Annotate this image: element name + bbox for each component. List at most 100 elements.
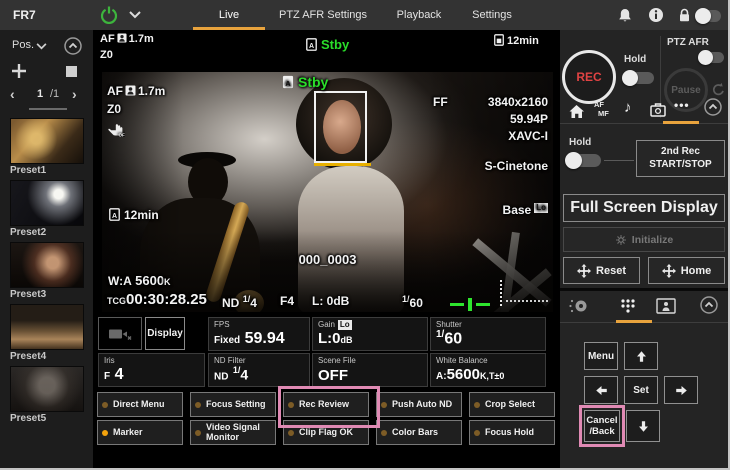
gain-lo-badge: Lo — [338, 320, 352, 330]
rec-hold-toggle[interactable] — [624, 72, 654, 84]
osd-audio-level: L: 0dB — [312, 294, 349, 308]
notification-bell-icon[interactable] — [618, 8, 632, 23]
pad-tab-buttons[interactable] — [620, 298, 636, 314]
display-button[interactable]: Display — [145, 317, 185, 350]
tab-ptz-afr-settings[interactable]: PTZ AFR Settings — [273, 0, 373, 30]
face-detect-icon — [117, 33, 127, 43]
video-signal-monitor-button[interactable]: Video Signal Monitor — [190, 420, 276, 445]
function-tab-audio[interactable]: ♪ — [624, 99, 632, 116]
marker-button[interactable]: Marker — [97, 420, 183, 445]
nd-filter-cell[interactable]: ND Filter ND 1/4 — [208, 353, 310, 387]
stop-icon — [66, 66, 77, 77]
initialize-button[interactable]: Initialize — [563, 227, 725, 252]
assign-dot-active — [102, 430, 108, 436]
top-bar: FR7 Live PTZ AFR Settings Playback Setti… — [0, 0, 728, 30]
page-indicator-line — [29, 108, 67, 110]
function-tab-camera[interactable] — [650, 102, 666, 117]
statusbar-record-status: Stby — [321, 37, 349, 52]
tab-settings[interactable]: Settings — [462, 0, 522, 30]
focus-setting-button[interactable]: Focus Setting — [190, 392, 276, 417]
arrow-right-button[interactable] — [664, 376, 698, 404]
arrow-left-button[interactable] — [584, 376, 618, 404]
function-tab-home[interactable] — [568, 104, 585, 119]
pad-tab-joystick[interactable] — [568, 298, 590, 314]
stream-mute-button[interactable] — [98, 317, 142, 350]
info-icon[interactable] — [648, 7, 664, 23]
scene-file-cell[interactable]: Scene File OFF — [312, 353, 428, 387]
gain-cell[interactable]: GainLo L:0dB — [312, 317, 428, 351]
move-icon — [577, 264, 591, 278]
person-frame-icon — [656, 298, 676, 314]
arrow-left-icon — [595, 384, 608, 397]
right-control-panel: REC Hold PTZ AFR Pause AF MF ♪ — [560, 30, 728, 468]
cancel-back-button[interactable]: Cancel/Back — [584, 410, 620, 442]
media-slot-icon: A — [306, 38, 317, 51]
assign-dot — [195, 430, 201, 436]
preset-2-thumbnail — [10, 180, 84, 226]
function-tabs-collapse-icon[interactable] — [704, 98, 722, 116]
push-auto-nd-button[interactable]: Push Auto ND — [376, 392, 462, 417]
osd-media-slot-icon: A — [282, 75, 294, 89]
chevron-left-icon: ‹ — [10, 86, 15, 102]
lock-toggle-knob — [695, 8, 711, 24]
ptz-afr-redo-icon[interactable] — [711, 82, 726, 97]
preset-1-label: Preset1 — [10, 165, 46, 176]
arrow-up-button[interactable] — [624, 342, 658, 370]
preset-page-next[interactable]: › — [72, 86, 77, 102]
second-rec-start-stop-button[interactable]: 2nd RecSTART/STOP — [636, 140, 725, 177]
direct-menu-button[interactable]: Direct Menu — [97, 392, 183, 417]
preset-3-label: Preset3 — [10, 289, 46, 300]
camera-off-icon — [108, 327, 132, 341]
svg-text:A: A — [285, 79, 291, 88]
stop-button[interactable] — [66, 66, 77, 77]
button-grid-icon — [620, 298, 636, 314]
tab-live[interactable]: Live — [193, 0, 265, 30]
clip-flag-ok-button[interactable]: Clip Flag OK — [283, 420, 369, 445]
crop-select-button[interactable]: Crop Select — [469, 392, 555, 417]
ptz-afr-toggle[interactable] — [700, 52, 724, 63]
function-tab-more[interactable]: ••• — [674, 98, 690, 112]
sidebar-collapse-icon[interactable] — [64, 37, 82, 55]
osd-codec: XAVC-I — [508, 129, 548, 143]
tab-playback[interactable]: Playback — [388, 0, 450, 30]
function-tab-af-mf[interactable]: AF MF — [594, 101, 609, 118]
lock-toggle[interactable] — [697, 10, 721, 22]
home-position-button[interactable]: Home — [648, 257, 725, 284]
full-screen-display-button[interactable]: Full Screen Display — [563, 194, 725, 222]
white-balance-cell[interactable]: White Balance A:5600K,T±0 — [430, 353, 546, 387]
assign-dot — [381, 430, 387, 436]
power-button[interactable] — [99, 5, 119, 25]
power-chevron-down-icon[interactable] — [129, 11, 141, 19]
video-monitor[interactable]: AStby AF1.7m Z0 OFF FF 3840x2160 59.94P … — [102, 72, 553, 312]
arrow-up-icon — [635, 350, 648, 363]
iris-cell[interactable]: Iris F 4 — [98, 353, 205, 387]
menu-button[interactable]: Menu — [584, 342, 618, 370]
color-bars-button[interactable]: Color Bars — [376, 420, 462, 445]
function-tabs-baseline — [560, 123, 728, 124]
preset-2-label: Preset2 — [10, 227, 46, 238]
preset-page-current: 1 — [37, 88, 43, 100]
assign-dot — [195, 402, 201, 408]
position-dropdown[interactable]: Pos. — [12, 39, 34, 51]
arrow-down-button[interactable] — [626, 410, 660, 442]
fps-cell[interactable]: FPS Fixed 59.94 — [208, 317, 310, 351]
rec-review-button[interactable]: Rec Review — [283, 392, 369, 417]
second-rec-hold-toggle[interactable] — [567, 154, 601, 167]
app-title: FR7 — [13, 8, 36, 22]
pad-tabs-collapse-icon[interactable] — [700, 296, 718, 314]
osd-nd-filter: ND 1/4 — [222, 294, 257, 310]
reset-button[interactable]: Reset — [563, 257, 640, 284]
rec-button[interactable]: REC — [562, 50, 616, 104]
add-preset-button[interactable] — [10, 62, 28, 80]
lock-icon[interactable] — [678, 8, 691, 23]
audio-level-meter-vertical — [500, 280, 502, 306]
osd-resolution: 3840x2160 — [488, 95, 548, 109]
shutter-cell[interactable]: Shutter 1/60 — [430, 317, 546, 351]
pad-tab-tracking[interactable] — [656, 298, 676, 314]
set-button[interactable]: Set — [624, 376, 658, 404]
assign-dot — [288, 430, 294, 436]
preset-page-prev[interactable]: ‹ — [10, 86, 15, 102]
focus-hold-button[interactable]: Focus Hold — [469, 420, 555, 445]
position-chevron-down-icon[interactable] — [36, 43, 47, 50]
gear-icon — [615, 234, 627, 246]
